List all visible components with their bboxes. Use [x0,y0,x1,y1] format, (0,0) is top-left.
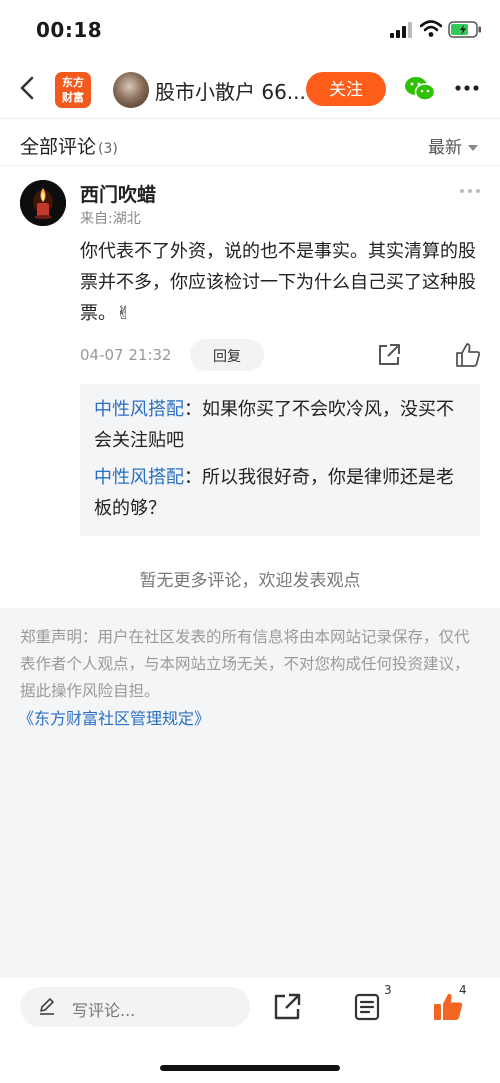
comment-more-icon[interactable] [458,186,482,196]
comment-username[interactable]: 西门吹蜡 [80,180,156,207]
sort-label: 最新 [428,138,462,158]
commenter-avatar[interactable] [20,180,66,226]
wifi-icon [420,20,442,37]
reply-button[interactable]: 回复 [190,339,264,371]
reply-item: 中性风搭配：如果你买了不会吹冷风，没买不会关注贴吧 [94,394,470,456]
follow-button[interactable]: 关注 [306,72,386,106]
more-icon[interactable] [454,78,480,98]
logo-line-1: 东方 [62,76,84,89]
share-icon[interactable] [376,342,402,368]
pen-icon [40,998,54,1015]
section-divider [0,165,500,166]
comment-text: 你代表不了外资，说的也不是事实。其实清算的股票并不多，你应该检讨一下为什么自己买… [80,241,476,324]
reply-author[interactable]: 中性风搭配 [94,467,184,488]
logo-line-2: 财富 [62,91,84,104]
battery-icon [448,21,481,38]
comments-section-title: 全部评论 (3) [20,132,118,159]
comment-location: 来自:湖北 [80,211,141,227]
like-count-badge: 4 [459,983,467,997]
comments-title: 全部评论 [20,136,97,158]
wechat-share-icon[interactable] [404,74,436,104]
reply-item: 中性风搭配：所以我很好奇，你是律师还是老板的够？ [94,462,470,524]
home-indicator [160,1065,340,1071]
comments-list-icon[interactable] [353,993,381,1021]
replies-box: 中性风搭配：如果你买了不会吹冷风，没买不会关注贴吧 中性风搭配：所以我很好奇，你… [80,384,480,536]
comment-placeholder[interactable]: 写评论... [72,997,135,1021]
sort-dropdown[interactable]: 最新 [428,133,478,158]
community-rules-link[interactable]: 《东方财富社区管理规定》 [18,705,210,729]
comments-count: (3) [98,141,118,157]
candle-icon [20,180,66,226]
like-icon[interactable] [454,341,482,369]
reply-author[interactable]: 中性风搭配 [94,399,184,420]
header-divider [0,118,500,119]
comment-count-badge: 3 [384,983,392,997]
back-icon[interactable] [14,74,42,102]
cellular-signal-icon [390,22,412,38]
disclaimer-text: 郑重声明：用户在社区发表的所有信息将由本网站记录保存，仅代表作者个人观点，与本网… [20,628,470,700]
no-more-comments-text: 暂无更多评论，欢迎发表观点 [139,571,361,591]
share-icon[interactable] [272,992,302,1022]
comment-time: 04-07 21:32 [80,346,172,364]
author-name[interactable]: 股市小散户 66... [155,76,306,105]
chevron-down-icon [468,145,478,151]
status-time: 00:18 [36,18,103,42]
app-logo: 东方 财富 [55,72,91,108]
author-avatar[interactable] [113,72,149,108]
